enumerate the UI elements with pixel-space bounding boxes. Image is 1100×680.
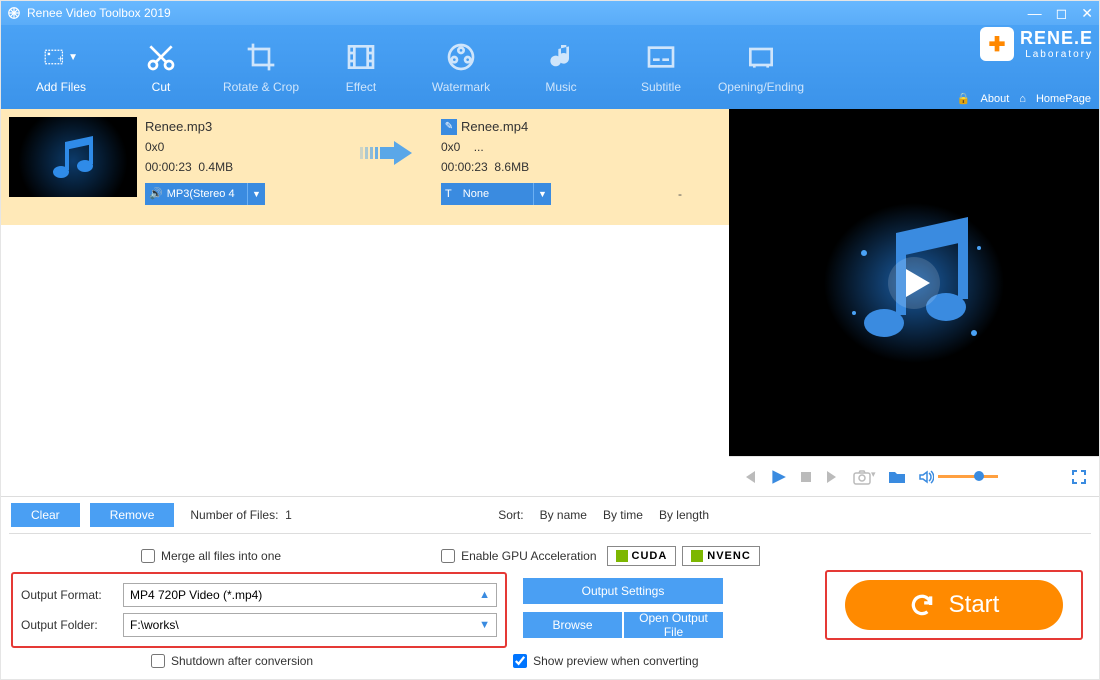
homepage-link[interactable]: HomePage [1036,93,1091,105]
output-highlight-box: Output Format: MP4 720P Video (*.mp4)▲ O… [11,572,507,648]
maximize-button[interactable]: ◻ [1056,5,1068,22]
sort-by-length[interactable]: By length [659,508,709,522]
output-folder-dropdown[interactable]: F:\works\▼ [123,613,497,637]
svg-text:+: + [58,55,64,66]
open-folder-button[interactable] [888,469,906,485]
close-button[interactable]: ✕ [1081,5,1093,22]
slides-icon [744,40,778,74]
play-button[interactable] [769,468,787,486]
browse-button[interactable]: Browse [523,612,622,638]
source-size: 0.4MB [198,160,233,174]
snapshot-button[interactable]: ▾ [853,469,876,485]
effect-button[interactable]: Effect [311,28,411,106]
subtitle-icon [644,40,678,74]
list-operations: Clear Remove Number of Files: 1 Sort: By… [1,497,1099,533]
preview-controls: ▾ [729,456,1099,496]
brand-logo: ✚ RENE.ELaboratory [980,27,1093,61]
source-file-info: Renee.mp3 0x0 00:00:23 0.4MB 🔊MP3(Stereo… [145,117,335,205]
remove-button[interactable]: Remove [90,503,175,527]
lock-icon: 🔒 [957,92,971,105]
rotate-crop-button[interactable]: Rotate & Crop [211,28,311,106]
cut-button[interactable]: Cut [111,28,211,106]
source-dimensions: 0x0 [145,137,335,157]
reel-icon [444,40,478,74]
file-row[interactable]: Renee.mp3 0x0 00:00:23 0.4MB 🔊MP3(Stereo… [1,109,729,225]
nvenc-badge: NVENC [682,546,760,566]
crop-icon [244,40,278,74]
chevron-down-icon: ▼ [533,183,551,205]
sort-by-name[interactable]: By name [540,508,587,522]
chevron-down-icon: ▼ [479,619,490,631]
open-output-button[interactable]: Open Output File [624,612,723,638]
output-format-dropdown[interactable]: MP4 720P Video (*.mp4)▲ [123,583,497,607]
add-files-button[interactable]: +▼ Add Files [11,28,111,106]
output-settings-button[interactable]: Output Settings [523,578,723,604]
sort-by-time[interactable]: By time [603,508,643,522]
source-filename: Renee.mp3 [145,117,335,137]
target-duration: 00:00:23 [441,160,488,174]
conversion-arrow-icon [343,117,433,167]
file-thumbnail [9,117,137,197]
output-folder-label: Output Folder: [21,618,115,632]
home-icon: ⌂ [1019,93,1026,105]
volume-slider[interactable] [938,475,998,478]
chevron-up-icon: ▲ [479,589,490,601]
opening-ending-button[interactable]: Opening/Ending [711,28,811,106]
merge-checkbox[interactable]: Merge all files into one [141,549,281,563]
subtitle-dropdown[interactable]: T None ▼ [441,183,551,205]
note-icon [544,40,578,74]
refresh-icon [909,592,935,618]
file-list: Renee.mp3 0x0 00:00:23 0.4MB 🔊MP3(Stereo… [1,109,729,496]
prev-button[interactable] [741,469,757,485]
shutdown-checkbox[interactable]: Shutdown after conversion [151,654,313,668]
film-icon [344,40,378,74]
cuda-badge: CUDA [607,546,677,566]
music-button[interactable]: Music [511,28,611,106]
source-duration: 00:00:23 [145,160,192,174]
text-icon: T [445,184,452,204]
target-filename: Renee.mp4 [461,117,528,137]
volume-icon[interactable] [918,469,934,485]
brand-cross-icon: ✚ [980,27,1014,61]
extra-col: - [639,117,721,201]
minimize-button[interactable]: — [1028,5,1042,21]
about-link[interactable]: About [981,93,1010,105]
output-format-label: Output Format: [21,588,115,602]
target-dimensions: 0x0 [441,140,460,154]
chevron-down-icon: ▼ [247,183,265,205]
edit-icon[interactable]: ✎ [441,119,457,135]
audio-track-dropdown[interactable]: 🔊MP3(Stereo 4 ▼ [145,183,265,205]
video-preview[interactable] [729,109,1099,456]
speaker-icon: 🔊 [149,184,163,204]
app-title: Renee Video Toolbox 2019 [27,6,171,20]
gpu-checkbox[interactable]: Enable GPU Acceleration [441,549,596,563]
add-files-icon: +▼ [44,40,78,74]
fullscreen-button[interactable] [1071,469,1087,485]
stop-button[interactable] [799,470,813,484]
scissors-icon [144,40,178,74]
watermark-button[interactable]: Watermark [411,28,511,106]
file-count: 1 [285,508,292,522]
main-toolbar: +▼ Add Files Cut Rotate & Crop Effect Wa… [1,25,1099,109]
title-bar: Renee Video Toolbox 2019 — ◻ ✕ [1,1,1099,25]
start-button[interactable]: Start [845,580,1063,630]
next-button[interactable] [825,469,841,485]
start-highlight-box: Start [825,570,1083,640]
target-size: 8.6MB [494,160,529,174]
target-file-info: ✎Renee.mp4 0x0 ... 00:00:23 8.6MB T None… [441,117,631,205]
preview-checkbox[interactable]: Show preview when converting [513,654,698,668]
app-logo-icon [7,6,21,20]
subtitle-button[interactable]: Subtitle [611,28,711,106]
clear-button[interactable]: Clear [11,503,80,527]
